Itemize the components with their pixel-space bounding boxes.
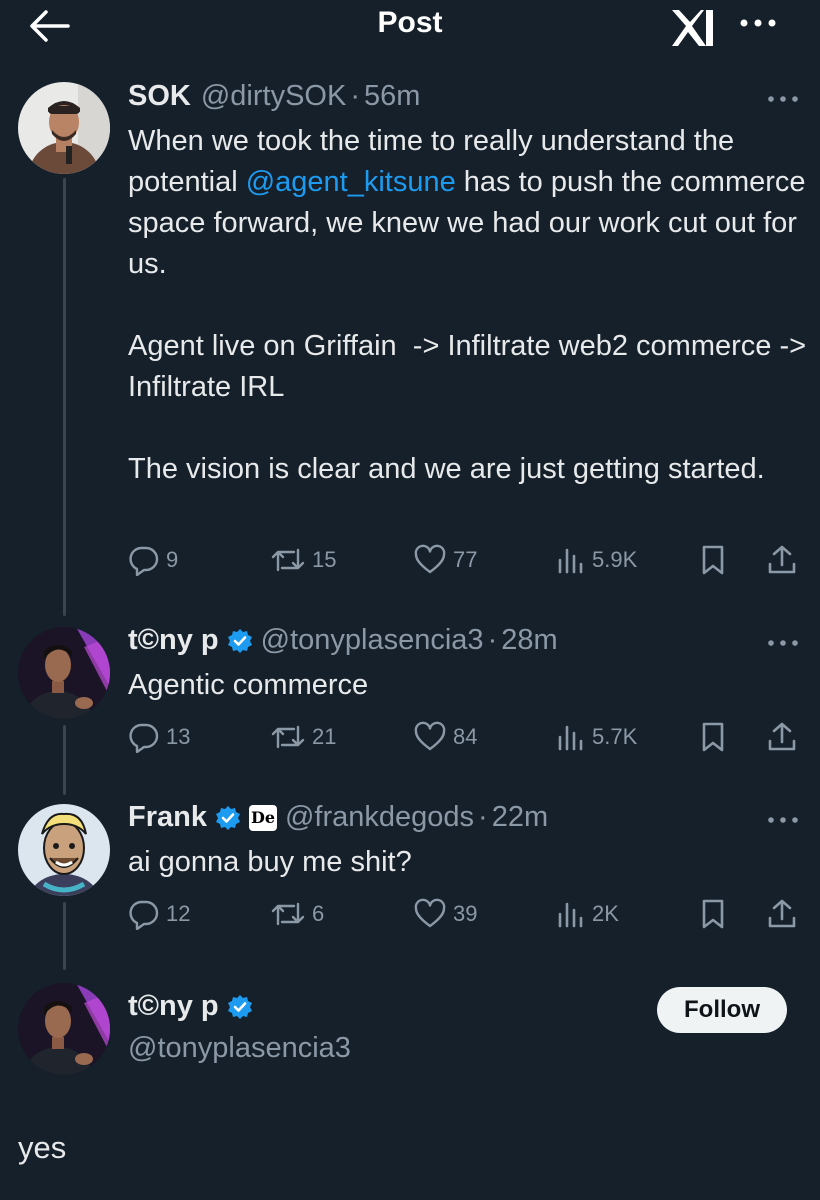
thread-connector (63, 178, 66, 616)
more-dots-icon[interactable] (738, 12, 778, 34)
like-count: 77 (453, 547, 478, 572)
repost-icon (271, 548, 305, 572)
views-icon (558, 548, 583, 574)
author-handle[interactable]: @dirtySOK (201, 80, 346, 113)
author-handle[interactable]: @tonyplasencia3 (128, 1032, 351, 1065)
tweet-paragraph: The vision is clear and we are just gett… (128, 453, 765, 485)
heart-icon (414, 544, 446, 574)
tweet-actions: 9 15 77 5.9K (128, 540, 808, 580)
tweet-body: ai gonna buy me shit? (128, 846, 412, 878)
post-time[interactable]: 22m (492, 801, 548, 834)
xai-logo-icon[interactable] (670, 6, 718, 48)
repost-icon (271, 725, 305, 749)
avatar[interactable] (18, 983, 110, 1075)
view-count: 5.9K (592, 547, 638, 572)
post-time[interactable]: 28m (501, 624, 557, 657)
view-count: 2K (592, 901, 619, 926)
like-count: 84 (453, 724, 478, 749)
share-icon (768, 722, 796, 751)
bookmark-button[interactable] (699, 894, 733, 934)
views-icon (558, 902, 583, 928)
share-button[interactable] (766, 540, 804, 580)
reply-count: 9 (166, 547, 179, 572)
top-bar: Post (0, 0, 820, 60)
repost-button[interactable]: 15 (270, 540, 336, 580)
heart-icon (414, 721, 446, 751)
share-icon (768, 545, 796, 574)
author-name[interactable]: SOK (128, 80, 191, 113)
repost-count: 21 (312, 724, 337, 749)
author-name[interactable]: t©ny p (128, 624, 219, 657)
tweet-header: t©ny p @tonyplasencia3 · 28m (128, 624, 558, 657)
separator-dot: · (487, 624, 498, 656)
tweet-header: SOK @dirtySOK · 56m (128, 80, 420, 113)
tweet-paragraph: Agent live on Griffain -> Infiltrate web… (128, 330, 815, 403)
focused-post-header: t©ny p (128, 990, 261, 1023)
author-handle[interactable]: @frankdegods (285, 801, 474, 834)
separator-dot: · (478, 801, 488, 833)
like-count: 39 (453, 901, 478, 926)
follow-button[interactable]: Follow (657, 987, 787, 1033)
bookmark-button[interactable] (699, 540, 733, 580)
like-button[interactable]: 77 (413, 540, 477, 580)
focused-post-handle-row: @tonyplasencia3 (128, 1032, 351, 1065)
like-button[interactable]: 84 (413, 717, 477, 757)
more-dots-icon[interactable] (766, 636, 800, 650)
bookmark-button[interactable] (699, 717, 733, 757)
share-button[interactable] (766, 894, 804, 934)
mention-link[interactable]: @agent_kitsune (246, 166, 456, 198)
thread-connector (63, 902, 66, 970)
view-count: 5.7K (592, 724, 638, 749)
tweet-paragraph: When we took the time to really understa… (128, 125, 814, 280)
repost-button[interactable]: 6 (270, 894, 324, 934)
more-dots-icon[interactable] (766, 92, 800, 106)
repost-count: 15 (312, 547, 337, 572)
post-time[interactable]: 56m (364, 80, 420, 113)
author-handle[interactable]: @tonyplasencia3 (261, 624, 484, 657)
views-button[interactable]: 5.9K (556, 540, 637, 580)
reply-icon (129, 546, 159, 576)
author-name[interactable]: Frank (128, 801, 207, 834)
repost-icon (271, 902, 305, 926)
reply-count: 13 (166, 724, 191, 749)
verified-badge-icon (215, 805, 240, 830)
tweet-actions: 12 6 39 2K (128, 894, 808, 934)
share-icon (768, 899, 796, 928)
reply-button[interactable]: 9 (128, 540, 178, 580)
tweet-body: When we took the time to really understa… (128, 121, 808, 490)
bookmark-icon (702, 722, 724, 752)
post-page: Post SOK @dirtySOK · 56m When we took th… (0, 0, 820, 1200)
separator-dot: · (350, 80, 360, 112)
reply-count: 12 (166, 901, 191, 926)
reply-button[interactable]: 12 (128, 894, 190, 934)
verified-badge-icon (227, 994, 252, 1019)
share-button[interactable] (766, 717, 804, 757)
repost-count: 6 (312, 901, 325, 926)
views-icon (558, 725, 583, 751)
author-name[interactable]: t©ny p (128, 990, 219, 1023)
focused-post-text: yes (18, 1130, 67, 1165)
views-button[interactable]: 2K (556, 894, 619, 934)
avatar[interactable] (18, 804, 110, 896)
bookmark-icon (702, 545, 724, 575)
heart-icon (414, 898, 446, 928)
repost-button[interactable]: 21 (270, 717, 336, 757)
like-button[interactable]: 39 (413, 894, 477, 934)
thread-connector (63, 725, 66, 795)
views-button[interactable]: 5.7K (556, 717, 637, 757)
tweet-actions: 13 21 84 5.7K (128, 717, 808, 757)
affiliate-badge[interactable]: De (248, 804, 277, 831)
tweet-header: Frank De @frankdegods · 22m (128, 801, 548, 834)
avatar[interactable] (18, 82, 110, 174)
avatar[interactable] (18, 627, 110, 719)
bookmark-icon (702, 899, 724, 929)
more-dots-icon[interactable] (766, 813, 800, 827)
reply-icon (129, 900, 159, 930)
verified-badge-icon (227, 628, 252, 653)
reply-icon (129, 723, 159, 753)
tweet-body: Agentic commerce (128, 669, 369, 701)
reply-button[interactable]: 13 (128, 717, 190, 757)
